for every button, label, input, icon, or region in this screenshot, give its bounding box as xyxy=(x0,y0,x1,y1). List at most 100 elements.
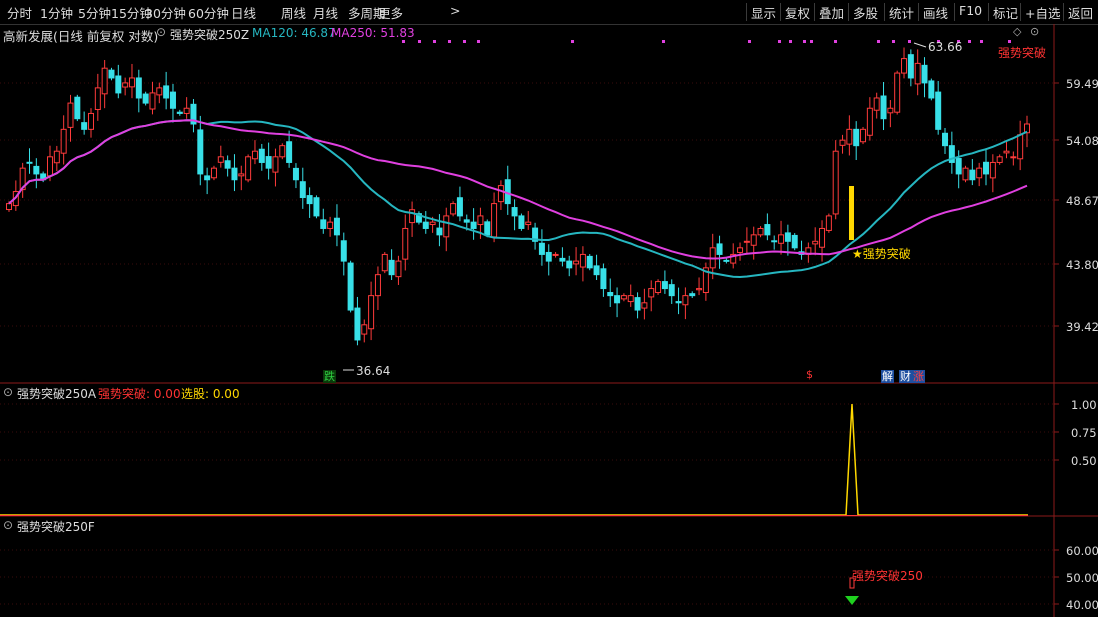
candle-body xyxy=(682,295,689,306)
candle-body xyxy=(26,161,33,164)
candle-body xyxy=(299,181,306,199)
signal-dot xyxy=(980,40,983,43)
candle-body xyxy=(579,253,586,268)
y-tick: 54.08 xyxy=(1066,134,1098,148)
candle-body xyxy=(750,234,757,246)
chevron-circle-icon[interactable]: ⊙ xyxy=(156,25,166,39)
candle-body xyxy=(620,295,627,300)
collapse-icon[interactable]: ⊙ xyxy=(1030,25,1039,38)
candle-body xyxy=(873,97,880,111)
candle-body xyxy=(463,219,470,223)
candle-body xyxy=(525,221,532,226)
candle-body xyxy=(586,255,593,269)
candle-body xyxy=(634,297,641,311)
candle-body xyxy=(757,227,764,236)
candle-body xyxy=(689,293,696,297)
candle-body xyxy=(784,232,791,242)
signal-dot xyxy=(418,40,421,43)
candle-body xyxy=(176,111,183,114)
candle-body xyxy=(627,295,634,303)
candle-body xyxy=(668,284,675,297)
candle-body xyxy=(846,128,853,145)
marker-rise[interactable]: 涨 xyxy=(912,368,925,384)
marker-fall[interactable]: 跌 xyxy=(322,368,337,384)
candle-body xyxy=(53,150,60,164)
candle-body xyxy=(258,148,265,163)
candle-body xyxy=(354,307,361,341)
candle-body xyxy=(928,80,935,99)
candle-body xyxy=(101,67,108,95)
candle-body xyxy=(641,302,648,309)
candle-body xyxy=(819,227,826,248)
candle-body xyxy=(1017,134,1024,160)
candle-body xyxy=(87,112,94,130)
candle-body xyxy=(169,91,176,109)
candle-body xyxy=(907,54,914,79)
corner-signal-label: 强势突破 xyxy=(998,46,1047,60)
candle-body xyxy=(655,281,662,294)
candle-body xyxy=(231,167,238,181)
candle-body xyxy=(723,259,730,262)
candle-body xyxy=(429,221,436,226)
indicator-name: 强势突破250Z xyxy=(170,28,250,42)
panel2-signal-line xyxy=(0,403,1028,516)
settings-icon[interactable]: ◇ xyxy=(1013,25,1021,38)
low-price-label: 36.64 xyxy=(356,364,391,378)
candle-body xyxy=(962,167,969,181)
candle-body xyxy=(955,158,962,175)
candle-body xyxy=(142,93,149,104)
candle-body xyxy=(265,156,272,169)
candle-body xyxy=(477,215,484,226)
candle-body xyxy=(456,197,463,217)
signal-dot xyxy=(433,40,436,43)
signal-dot xyxy=(877,40,880,43)
candle-body xyxy=(470,221,477,229)
candle-body xyxy=(983,161,990,175)
candle-body xyxy=(381,253,388,272)
candle-body xyxy=(894,72,901,113)
candle-body xyxy=(825,215,832,231)
marker-finance[interactable]: 财 xyxy=(899,368,912,384)
candle-body xyxy=(901,58,908,74)
candle-body xyxy=(340,240,347,262)
candle-body xyxy=(436,227,443,236)
ma250-label: MA250: 51.83 xyxy=(331,26,415,40)
panel2-name: 强势突破250A xyxy=(17,387,97,401)
candle-body xyxy=(696,288,703,291)
candle-body xyxy=(559,257,566,262)
candle-body xyxy=(791,234,798,249)
panel3-name: 强势突破250F xyxy=(17,520,95,534)
candle-body xyxy=(552,253,559,256)
panel3-toggle-icon[interactable]: ⊙ xyxy=(3,518,13,532)
candle-body xyxy=(422,221,429,229)
candle-body xyxy=(320,219,327,229)
candle-body xyxy=(450,203,457,215)
y-tick: 43.80 xyxy=(1066,258,1098,272)
ma120-label: MA120: 46.87 xyxy=(252,26,336,40)
signal-dot xyxy=(748,40,751,43)
candle-body xyxy=(935,91,942,130)
candle-body xyxy=(511,207,518,217)
candle-body xyxy=(607,292,614,297)
panel2-value1: 强势突破: 0.00 xyxy=(98,387,181,401)
marker-dollar[interactable]: $ xyxy=(805,368,814,381)
candle-body xyxy=(6,203,12,211)
signal-dot xyxy=(968,40,971,43)
candle-body xyxy=(661,281,668,290)
candle-body xyxy=(648,288,655,298)
signal-dot xyxy=(810,40,813,43)
candle-body xyxy=(115,75,122,94)
candle-body xyxy=(1003,150,1010,154)
candle-body xyxy=(81,122,88,130)
candle-body xyxy=(989,161,996,179)
candle-body xyxy=(914,62,921,85)
candle-body xyxy=(361,324,368,335)
y-tick: 50.00 xyxy=(1066,571,1098,585)
candle-body xyxy=(887,107,894,114)
marker-unlock[interactable]: 解 xyxy=(881,368,894,384)
candle-body xyxy=(135,77,142,99)
candle-body xyxy=(149,92,156,110)
candle-body xyxy=(976,167,983,179)
panel2-toggle-icon[interactable]: ⊙ xyxy=(3,385,13,399)
candle-body xyxy=(853,128,860,147)
